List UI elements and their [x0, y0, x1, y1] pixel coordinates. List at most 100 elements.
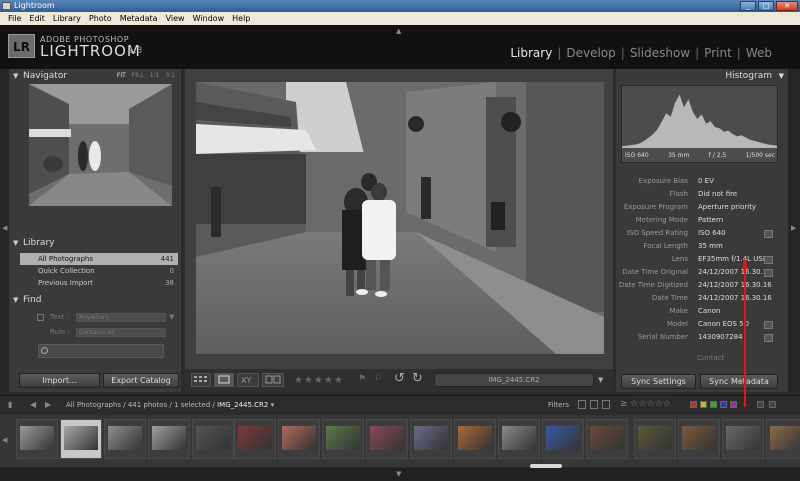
filmstrip-thumbnail[interactable] — [678, 419, 720, 459]
metadata-value[interactable]: 24/12/2007 16.30.16 — [698, 292, 772, 305]
chevron-down-icon[interactable]: ▾ — [271, 401, 275, 409]
module-web[interactable]: Web — [742, 46, 776, 60]
module-library[interactable]: Library — [506, 46, 556, 60]
metadata-action-icon[interactable] — [764, 321, 773, 329]
menu-edit[interactable]: Edit — [25, 12, 49, 25]
metadata-value[interactable]: 24/12/2007 16.30.16 — [698, 266, 772, 279]
find-rule-select[interactable]: Contains All — [76, 328, 166, 337]
filmstrip-thumbnail[interactable] — [234, 419, 276, 459]
filmstrip-thumbnail[interactable] — [322, 419, 364, 459]
metadata-value[interactable]: 24/12/2007 16.30.16 — [698, 279, 772, 292]
color-label-blue-icon[interactable] — [720, 401, 727, 408]
left-panel-edge[interactable]: ◀ — [0, 69, 9, 392]
metadata-action-icon[interactable] — [764, 230, 773, 238]
loupe-view-button[interactable] — [214, 373, 234, 387]
export-catalog-button[interactable]: Export Catalog — [103, 373, 179, 388]
bottom-panel-edge[interactable]: ▼ — [0, 468, 800, 481]
color-label-yellow-icon[interactable] — [700, 401, 707, 408]
rating-stars[interactable]: ★★★★★ — [294, 375, 344, 386]
close-button[interactable]: ✕ — [776, 1, 798, 11]
sync-settings-button[interactable]: Sync Settings — [621, 374, 696, 389]
color-label-green-icon[interactable] — [710, 401, 717, 408]
menu-help[interactable]: Help — [228, 12, 254, 25]
navigator-preview[interactable] — [29, 84, 172, 206]
sync-metadata-button[interactable]: Sync Metadata — [700, 374, 778, 389]
metadata-value[interactable]: ISO 640 — [698, 227, 726, 240]
module-print[interactable]: Print — [700, 46, 736, 60]
maximize-button[interactable]: □ — [758, 1, 774, 11]
filmstrip-thumbnail[interactable] — [104, 419, 146, 459]
filter-lock-icon[interactable] — [769, 401, 776, 408]
metadata-value[interactable]: Aperture priority — [698, 201, 756, 214]
library-header[interactable]: ▼ Library — [9, 236, 181, 250]
filmstrip-thumbnail[interactable] — [366, 419, 408, 459]
menu-library[interactable]: Library — [49, 12, 85, 25]
filmstrip-thumbnail[interactable] — [586, 419, 628, 459]
zoom-fill[interactable]: FILL — [132, 69, 144, 83]
histogram-header[interactable]: Histogram ▼ — [616, 69, 788, 83]
menu-view[interactable]: View — [162, 12, 189, 25]
flag-filter-icon[interactable] — [590, 400, 598, 409]
color-label-purple-icon[interactable] — [730, 401, 737, 408]
forward-arrow-icon[interactable]: ▶ — [45, 400, 51, 409]
filename-field[interactable]: IMG_2445.CR2 — [434, 373, 594, 387]
navigator-header[interactable]: ▼ Navigator FIT FILL 1:1 3:1 — [9, 69, 181, 83]
filmstrip-thumbnail[interactable] — [410, 419, 452, 459]
zoom-3-1[interactable]: 3:1 — [165, 69, 175, 83]
filmstrip-thumbnail[interactable] — [60, 419, 102, 459]
menu-file[interactable]: File — [4, 12, 25, 25]
find-dropdown-icon[interactable]: ▼ — [169, 312, 174, 322]
filmstrip-thumbnail[interactable] — [634, 419, 676, 459]
filter-toggle-icon[interactable] — [757, 401, 764, 408]
metadata-value[interactable]: 0 EV — [698, 175, 714, 188]
flag-filter-icon[interactable] — [602, 400, 610, 409]
menu-window[interactable]: Window — [189, 12, 229, 25]
library-item-all-photographs[interactable]: All Photographs 441 — [20, 253, 178, 265]
filmstrip-thumbnail[interactable] — [192, 419, 234, 459]
chevron-down-icon[interactable]: ▼ — [598, 376, 603, 384]
filmstrip-thumbnail[interactable] — [16, 419, 58, 459]
zoom-fit[interactable]: FIT — [117, 69, 126, 83]
filmstrip-current-file[interactable]: IMG_2445.CR2 — [217, 401, 268, 409]
metadata-value[interactable]: Did not fire — [698, 188, 737, 201]
rotate-left-icon[interactable]: ↺ — [394, 371, 405, 386]
import-button[interactable]: Import... — [19, 373, 100, 388]
color-label-red-icon[interactable] — [690, 401, 697, 408]
filmstrip-source[interactable]: All Photographs / 441 photos / 1 selecte… — [66, 401, 274, 409]
filmstrip-thumbnail[interactable] — [722, 419, 764, 459]
library-item-previous-import[interactable]: Previous Import 38 — [20, 277, 178, 289]
collapse-bottom-icon[interactable]: ▼ — [396, 470, 401, 478]
library-item-quick-collection[interactable]: Quick Collection 0 — [20, 265, 178, 277]
metadata-action-icon[interactable] — [764, 334, 773, 342]
metadata-value[interactable]: 35 mm — [698, 240, 723, 253]
collapse-right-icon[interactable]: ▶ — [791, 224, 796, 232]
module-slideshow[interactable]: Slideshow — [626, 46, 694, 60]
collapse-left-icon[interactable]: ◀ — [2, 224, 7, 232]
module-develop[interactable]: Develop — [562, 46, 619, 60]
metadata-value[interactable]: Canon — [698, 305, 720, 318]
metadata-value[interactable]: Pattern — [698, 214, 723, 227]
filmstrip-thumbnail[interactable] — [542, 419, 584, 459]
metadata-action-icon[interactable] — [764, 256, 773, 264]
metadata-value[interactable]: EF35mm f/1.4L USM — [698, 253, 769, 266]
metadata-value[interactable]: 1430907284 — [698, 331, 743, 344]
find-text-checkbox[interactable] — [37, 314, 44, 321]
collapse-top-icon[interactable]: ▲ — [396, 27, 401, 35]
back-arrow-icon[interactable]: ◀ — [30, 400, 36, 409]
find-header[interactable]: ▼ Find — [9, 293, 181, 307]
menu-photo[interactable]: Photo — [85, 12, 116, 25]
menu-metadata[interactable]: Metadata — [116, 12, 162, 25]
filmstrip-thumbnail[interactable] — [278, 419, 320, 459]
filmstrip-scroll-left-icon[interactable]: ◀ — [2, 436, 7, 444]
flag-filter-icon[interactable] — [578, 400, 586, 409]
filmstrip-thumbnail[interactable] — [454, 419, 496, 459]
right-panel-edge[interactable]: ▶ — [788, 69, 800, 392]
survey-view-button[interactable] — [262, 373, 284, 387]
filmstrip-thumbnail[interactable] — [148, 419, 190, 459]
filmstrip-menu-icon[interactable]: ▮ — [8, 400, 12, 409]
minimize-button[interactable]: _ — [740, 1, 756, 11]
compare-view-button[interactable]: XY — [237, 373, 259, 387]
zoom-1-1[interactable]: 1:1 — [150, 69, 160, 83]
main-photo[interactable] — [196, 82, 604, 354]
find-search-input[interactable] — [38, 344, 164, 358]
